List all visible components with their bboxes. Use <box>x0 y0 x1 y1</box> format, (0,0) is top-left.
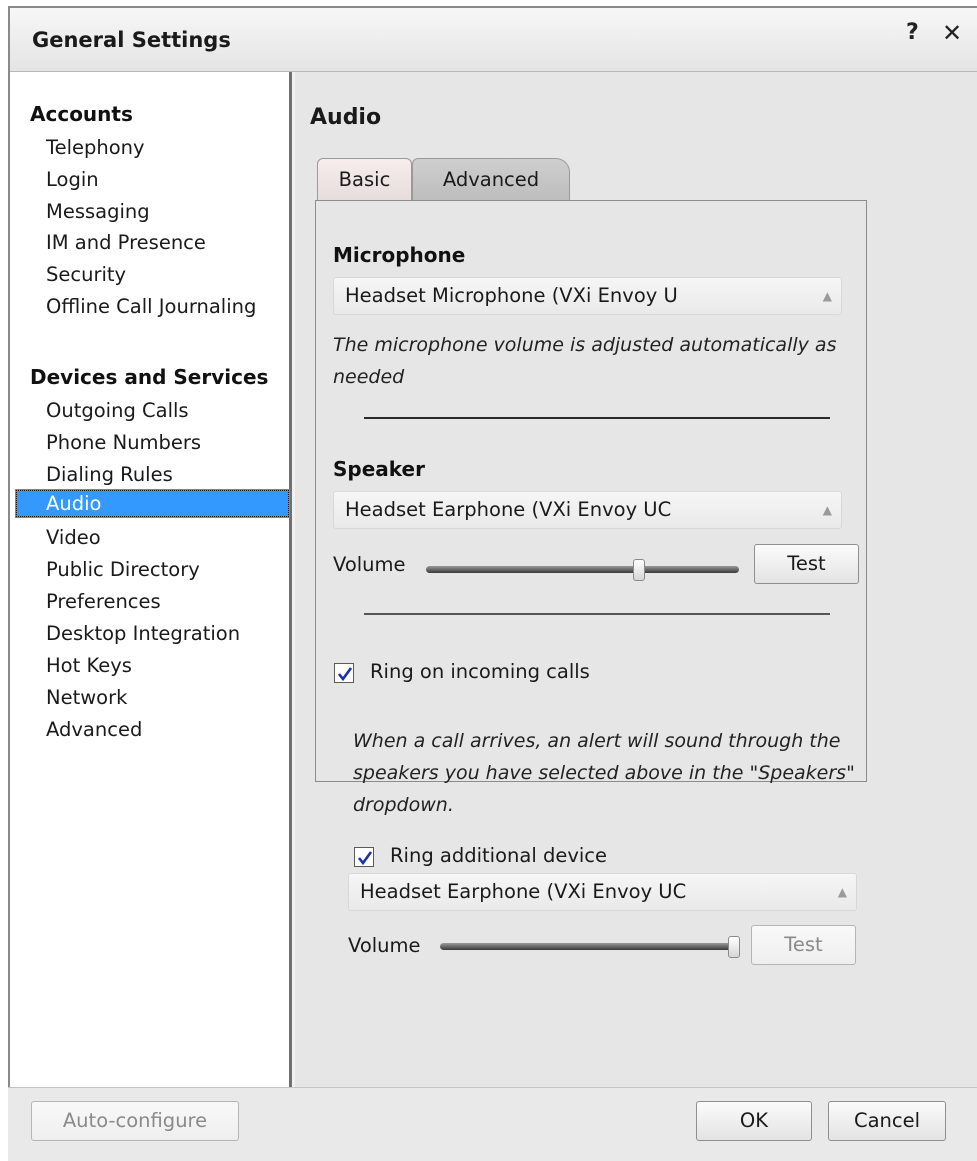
audio-basic-panel: Microphone Headset Microphone (VXi Envoy… <box>315 200 867 867</box>
additional-device-select[interactable]: Headset Earphone (VXi Envoy UC ▲ <box>348 873 857 911</box>
microphone-label: Microphone <box>333 243 466 267</box>
sidebar-item-telephony[interactable]: Telephony <box>38 133 290 162</box>
page-title: Audio <box>310 105 382 130</box>
speaker-volume-label: Volume <box>333 553 406 576</box>
sidebar-item-desktop-integration[interactable]: Desktop Integration <box>38 619 290 648</box>
ring-additional-label: Ring additional device <box>390 844 607 867</box>
ring-note: When a call arrives, an alert will sound… <box>353 730 855 816</box>
sidebar-item-public-directory[interactable]: Public Directory <box>38 555 290 584</box>
sidebar-item-offline-call-journaling[interactable]: Offline Call Journaling <box>38 292 290 321</box>
microphone-select-value: Headset Microphone (VXi Envoy U <box>345 284 678 307</box>
speaker-select-value: Headset Earphone (VXi Envoy UC <box>345 498 672 521</box>
sidebar-item-security[interactable]: Security <box>38 260 290 289</box>
checkmark-icon <box>357 851 373 866</box>
general-settings-dialog: General Settings ? ✕ Accounts Telephony … <box>8 6 977 1160</box>
sidebar-item-outgoing-calls[interactable]: Outgoing Calls <box>38 396 290 425</box>
microphone-note: The microphone volume is adjusted automa… <box>333 334 837 388</box>
divider <box>364 417 830 419</box>
settings-sidebar: Accounts Telephony Login Messaging IM an… <box>10 72 292 1088</box>
additional-volume-label: Volume <box>348 934 421 957</box>
additional-volume-slider[interactable] <box>440 943 737 950</box>
sidebar-item-messaging[interactable]: Messaging <box>38 197 290 226</box>
sidebar-section-devices-and-services: Devices and Services <box>30 365 269 389</box>
dialog-title: General Settings <box>32 28 231 52</box>
sidebar-item-preferences[interactable]: Preferences <box>38 587 290 616</box>
ring-incoming-label: Ring on incoming calls <box>370 660 590 683</box>
sidebar-item-video[interactable]: Video <box>38 523 290 552</box>
sidebar-item-im-and-presence[interactable]: IM and Presence <box>38 228 290 257</box>
help-icon[interactable]: ? <box>906 20 919 45</box>
divider <box>364 613 830 615</box>
speaker-volume-thumb[interactable] <box>632 559 645 581</box>
select-arrows-icon: ▲ <box>837 885 847 899</box>
additional-test-button[interactable]: Test <box>751 925 856 965</box>
sidebar-section-accounts: Accounts <box>30 102 133 126</box>
checkmark-icon <box>337 667 353 682</box>
ok-button[interactable]: OK <box>696 1101 812 1141</box>
additional-device-select-value: Headset Earphone (VXi Envoy UC <box>360 880 687 903</box>
select-arrows-icon: ▲ <box>822 503 832 517</box>
sidebar-item-network[interactable]: Network <box>38 683 290 712</box>
ring-additional-checkbox[interactable] <box>354 847 374 867</box>
sidebar-item-dialing-rules[interactable]: Dialing Rules <box>38 460 290 489</box>
auto-configure-button[interactable]: Auto-configure <box>31 1101 239 1141</box>
speaker-test-button[interactable]: Test <box>754 544 859 584</box>
title-bar: General Settings ? ✕ <box>10 8 977 72</box>
tab-advanced[interactable]: Advanced <box>412 158 570 200</box>
sidebar-item-login[interactable]: Login <box>38 165 290 194</box>
sidebar-item-hot-keys[interactable]: Hot Keys <box>38 651 290 680</box>
speaker-select[interactable]: Headset Earphone (VXi Envoy UC ▲ <box>333 491 842 529</box>
speaker-volume-slider[interactable] <box>426 566 739 573</box>
microphone-select[interactable]: Headset Microphone (VXi Envoy U ▲ <box>333 277 842 315</box>
cancel-button[interactable]: Cancel <box>828 1101 946 1141</box>
speaker-label: Speaker <box>333 457 425 481</box>
close-icon[interactable]: ✕ <box>942 19 962 47</box>
sidebar-item-audio[interactable]: Audio <box>15 489 290 518</box>
select-arrows-icon: ▲ <box>822 289 832 303</box>
sidebar-item-phone-numbers[interactable]: Phone Numbers <box>38 428 290 457</box>
sidebar-item-advanced[interactable]: Advanced <box>38 715 290 744</box>
ring-incoming-checkbox[interactable] <box>334 663 354 683</box>
tab-basic[interactable]: Basic <box>317 158 412 200</box>
additional-volume-thumb[interactable] <box>728 936 741 958</box>
